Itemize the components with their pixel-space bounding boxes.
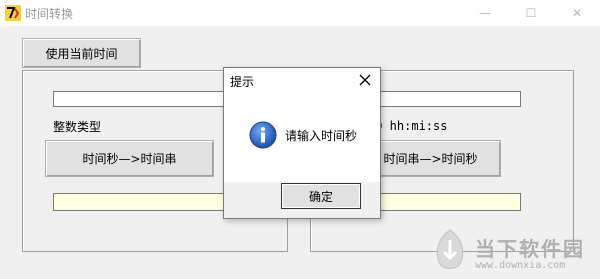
minimize-button[interactable]: —	[462, 0, 508, 26]
window-title: 时间转换	[25, 7, 74, 21]
prompt-dialog: 提示 请输入时间秒 确定	[223, 67, 381, 219]
downxia-logo-icon	[436, 229, 464, 269]
seconds-to-string-button[interactable]: 时间秒—>时间串	[45, 140, 214, 177]
int-type-label: 整数类型	[53, 120, 102, 134]
app-icon	[5, 5, 21, 21]
maximize-icon: ☐	[525, 6, 537, 20]
close-icon: ✕	[571, 6, 583, 20]
ok-button[interactable]: 确定	[281, 183, 361, 209]
dialog-title: 提示	[230, 75, 255, 89]
info-icon	[249, 121, 277, 149]
title-bar: 时间转换 — ☐ ✕	[0, 0, 600, 27]
use-current-time-button[interactable]: 使用当前时间	[22, 38, 141, 68]
dialog-message: 请输入时间秒	[285, 129, 358, 143]
minimize-icon: —	[479, 6, 491, 20]
watermark: 当下软件园 www.downxia.com	[430, 228, 600, 279]
dialog-close-icon[interactable]	[356, 71, 374, 89]
watermark-brand: 当下软件园	[475, 237, 585, 261]
maximize-button[interactable]: ☐	[508, 0, 554, 26]
string-to-seconds-button[interactable]: 时间串—>时间秒	[360, 140, 501, 177]
close-button[interactable]: ✕	[554, 0, 600, 26]
dialog-title-bar: 提示	[224, 68, 380, 92]
watermark-url: www.downxia.com	[475, 260, 566, 271]
